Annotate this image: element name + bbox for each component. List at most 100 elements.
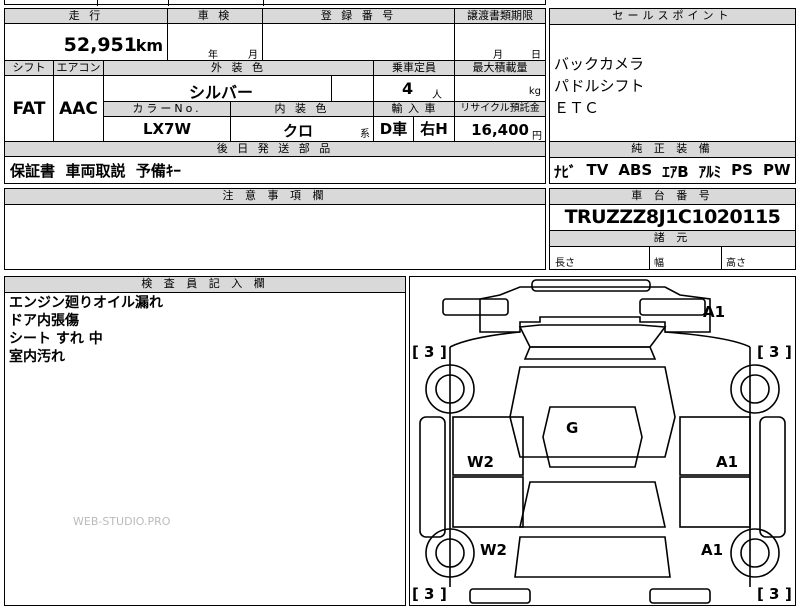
dim-width-cell: 幅	[650, 246, 722, 270]
svg-text:]: ]	[785, 343, 792, 361]
max-load-cell: kg	[455, 76, 545, 102]
transfer-cell: 月 日	[455, 24, 545, 61]
inspector-line: シート すれ 中	[9, 331, 103, 347]
roof	[542, 406, 643, 468]
inspector-label: 検 査 員 記 入 欄	[5, 277, 405, 293]
inspection-month-unit: 月	[248, 50, 258, 61]
sales-point-item: バックカメラ	[554, 55, 645, 73]
transfer-docs-label: 譲渡書類期限	[455, 9, 545, 24]
interior-color-label: 内 装 色	[231, 102, 374, 117]
tire-br-label: [	[757, 585, 764, 603]
capacity-label: 乗車定員	[374, 61, 455, 76]
front-right-piece	[639, 298, 706, 316]
transfer-month-unit: 月	[493, 50, 503, 61]
equipment-item: PW	[762, 161, 791, 179]
equipment-item: TV	[586, 161, 609, 179]
equipment-item: ｴｱB	[662, 163, 689, 181]
mileage-value: 52,951	[63, 34, 137, 56]
sales-points-panel: セールスポイント バックカメラ パドルシフト ＥＴＣ	[549, 8, 796, 154]
sales-point-item: ＥＴＣ	[554, 99, 600, 117]
inspector-line: 室内汚れ	[9, 349, 65, 365]
mark-front-right: A1	[703, 303, 725, 321]
import-label: 輸 入 車	[374, 102, 455, 117]
wheel-rr	[730, 528, 780, 578]
ac-value: AAC	[54, 76, 104, 142]
notes-label: 注 意 事 項 欄	[5, 189, 545, 205]
right-front-door	[679, 416, 751, 476]
sales-points-label: セールスポイント	[550, 9, 795, 25]
chassis-label: 車 台 番 号	[550, 189, 795, 205]
mark-left-front-door: W2	[467, 453, 494, 471]
vehicle-table: 走 行 車 検 登 録 番 号 譲渡書類期限 52,951 km 年 月 月 日…	[4, 8, 546, 184]
svg-text:]: ]	[785, 585, 792, 603]
interior-color-suffix: 系	[360, 129, 370, 140]
mileage-label: 走 行	[5, 9, 168, 24]
standard-equipment-label: 純 正 装 備	[550, 142, 795, 158]
transfer-day-unit: 日	[531, 50, 541, 61]
mark-right-rear-door: A1	[701, 541, 723, 559]
tire-br-value: 3	[769, 585, 779, 603]
capacity-cell: 4 人	[374, 76, 455, 102]
dimensions-label: 諸 元	[550, 231, 795, 247]
svg-text:]: ]	[440, 585, 447, 603]
dim-length-label: 長さ	[555, 258, 575, 269]
mileage-cell: 52,951 km	[5, 24, 168, 61]
tire-bl-label: [	[412, 585, 419, 603]
tire-tr-label: [	[757, 343, 764, 361]
dim-length-cell: 長さ	[550, 246, 650, 270]
inspection-cell: 年 月	[168, 24, 263, 61]
equipment-item: ABS	[618, 161, 653, 179]
left-sill	[419, 416, 446, 538]
inspector-lines: エンジン廻りオイル漏れ ドア内張傷 シート すれ 中 室内汚れ	[9, 294, 163, 366]
recycle-value: 16,400	[471, 121, 529, 139]
dim-width-label: 幅	[654, 258, 664, 269]
interior-color-value: クロ	[283, 122, 314, 140]
inspector-line: エンジン廻りオイル漏れ	[9, 295, 163, 311]
sales-point-item: パドルシフト	[554, 77, 645, 95]
max-load-unit: kg	[528, 86, 541, 97]
windshield	[518, 324, 667, 348]
recycle-unit: 円	[532, 131, 542, 142]
registration-cell	[263, 24, 455, 61]
exterior-color-value: シルバー	[189, 83, 254, 102]
max-load-label: 最大積載量	[455, 61, 545, 76]
capacity-unit: 人	[432, 90, 442, 101]
watermark: WEB-STUDIO.PRO	[73, 515, 171, 528]
shift-value: FAT	[5, 76, 54, 142]
ac-label: エアコン	[54, 61, 104, 76]
tire-bl-value: 3	[424, 585, 434, 603]
tire-tr-value: 3	[769, 343, 779, 361]
mileage-unit: km	[135, 36, 163, 55]
color-no-label: カラーNo.	[104, 102, 231, 117]
equipment-item: ﾅﾋﾞ	[554, 163, 577, 181]
later-parts-value: 保証書 車両取説 予備ｷｰ	[10, 162, 181, 180]
dim-height-label: 高さ	[726, 258, 746, 269]
registration-label: 登 録 番 号	[263, 9, 455, 24]
capacity-value: 4	[402, 79, 414, 98]
top-row-divider	[263, 0, 264, 6]
inspection-year-unit: 年	[208, 50, 218, 61]
top-row	[4, 0, 546, 6]
import-steer: 右H	[414, 117, 455, 142]
equipment-item: PS	[731, 161, 753, 179]
rear-window	[519, 481, 666, 528]
rear-body	[514, 536, 671, 578]
tire-tl-value: 3	[424, 343, 434, 361]
tire-tl-label: [	[412, 343, 419, 361]
dim-height-cell: 高さ	[722, 246, 795, 270]
later-parts-label: 後 日 発 送 部 品	[5, 142, 545, 157]
interior-color-cell: クロ 系	[231, 117, 374, 142]
dimensions-panel: 諸 元 長さ 幅 高さ	[549, 230, 796, 270]
recycle-label: リサイクル預託金	[455, 102, 545, 117]
front-grille	[523, 346, 657, 360]
rear-left-piece	[469, 588, 531, 604]
shift-label: シフト	[5, 61, 54, 76]
top-row-divider	[97, 0, 98, 6]
wheel-fr	[730, 364, 780, 414]
right-rear-door	[679, 476, 751, 528]
recycle-cell: 16,400 円	[455, 117, 545, 142]
left-rear-door	[452, 476, 524, 528]
inspection-label: 車 検	[168, 9, 263, 24]
import-d: D車	[374, 117, 414, 142]
exterior-color-sub	[332, 76, 374, 102]
